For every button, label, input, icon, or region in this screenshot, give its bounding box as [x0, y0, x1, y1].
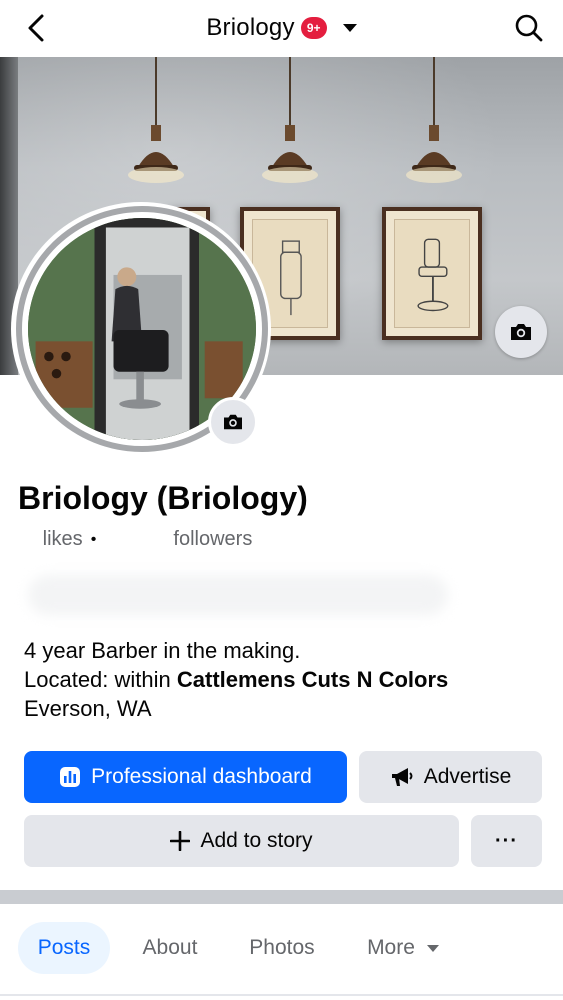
followers-count-redacted	[104, 528, 165, 551]
tab-label: More	[367, 936, 415, 959]
section-divider	[0, 890, 563, 904]
notification-badge: 9+	[300, 17, 327, 39]
profile-stats: likes • followers	[24, 528, 253, 551]
wall-frame-chair	[382, 207, 482, 340]
search-icon	[515, 14, 543, 42]
barber-chair-sketch-icon	[417, 238, 449, 312]
advertise-label: Advertise	[423, 765, 512, 788]
pendant-lamp-icon	[262, 57, 318, 183]
followers-label[interactable]: followers	[173, 528, 252, 551]
tab-posts[interactable]: Posts	[18, 922, 110, 974]
profile-bio: 4 year Barber in the making. Located: wi…	[24, 636, 448, 723]
edit-cover-button[interactable]	[495, 306, 547, 358]
professional-dashboard-label: Professional dashboard	[91, 765, 312, 788]
professional-dashboard-button[interactable]: Professional dashboard	[24, 751, 347, 803]
top-bar: Briology 9+	[0, 0, 563, 56]
chevron-left-icon	[28, 14, 44, 42]
tab-about[interactable]: About	[124, 922, 216, 974]
likes-count-redacted	[24, 528, 41, 551]
megaphone-icon	[391, 768, 413, 786]
add-to-story-button[interactable]: Add to story	[24, 815, 459, 867]
tab-more[interactable]: More	[348, 922, 458, 974]
advertise-button[interactable]: Advertise	[359, 751, 542, 803]
camera-icon	[511, 324, 531, 340]
back-button[interactable]	[18, 10, 54, 46]
tabs-underline	[0, 994, 563, 996]
bio-line: 4 year Barber in the making.	[24, 638, 301, 663]
pendant-lamp-icon	[406, 57, 462, 183]
bio-city: Everson, WA	[24, 696, 152, 721]
tab-label: About	[142, 936, 198, 959]
more-options-icon: ···	[495, 829, 518, 852]
bio-location-prefix: Located: within	[24, 667, 177, 692]
page-switcher[interactable]: Briology 9+	[206, 14, 357, 42]
stats-separator: •	[90, 530, 97, 548]
redacted-content	[28, 575, 448, 615]
caret-down-icon	[426, 944, 439, 952]
camera-icon	[224, 414, 242, 430]
profile-name: Briology (Briology)	[18, 480, 308, 516]
search-button[interactable]	[509, 8, 549, 48]
likes-label[interactable]: likes	[43, 528, 83, 551]
add-to-story-label: Add to story	[200, 829, 313, 852]
tab-label: Posts	[37, 936, 91, 959]
edit-profile-picture-button[interactable]	[208, 397, 258, 447]
workplace-link[interactable]: Cattlemens Cuts N Colors	[177, 667, 448, 692]
page-title: Briology	[206, 14, 295, 41]
bio-location: Located: within Cattlemens Cuts N Colors	[24, 665, 448, 694]
tab-label: Photos	[249, 936, 315, 959]
pendant-lamp-icon	[128, 57, 184, 183]
tab-photos[interactable]: Photos	[232, 922, 332, 974]
dashboard-chart-icon	[60, 767, 81, 787]
caret-down-icon	[342, 24, 357, 32]
plus-icon	[170, 831, 191, 851]
more-options-button[interactable]: ···	[471, 815, 542, 867]
profile-tabs: Posts About Photos More	[0, 904, 563, 1000]
